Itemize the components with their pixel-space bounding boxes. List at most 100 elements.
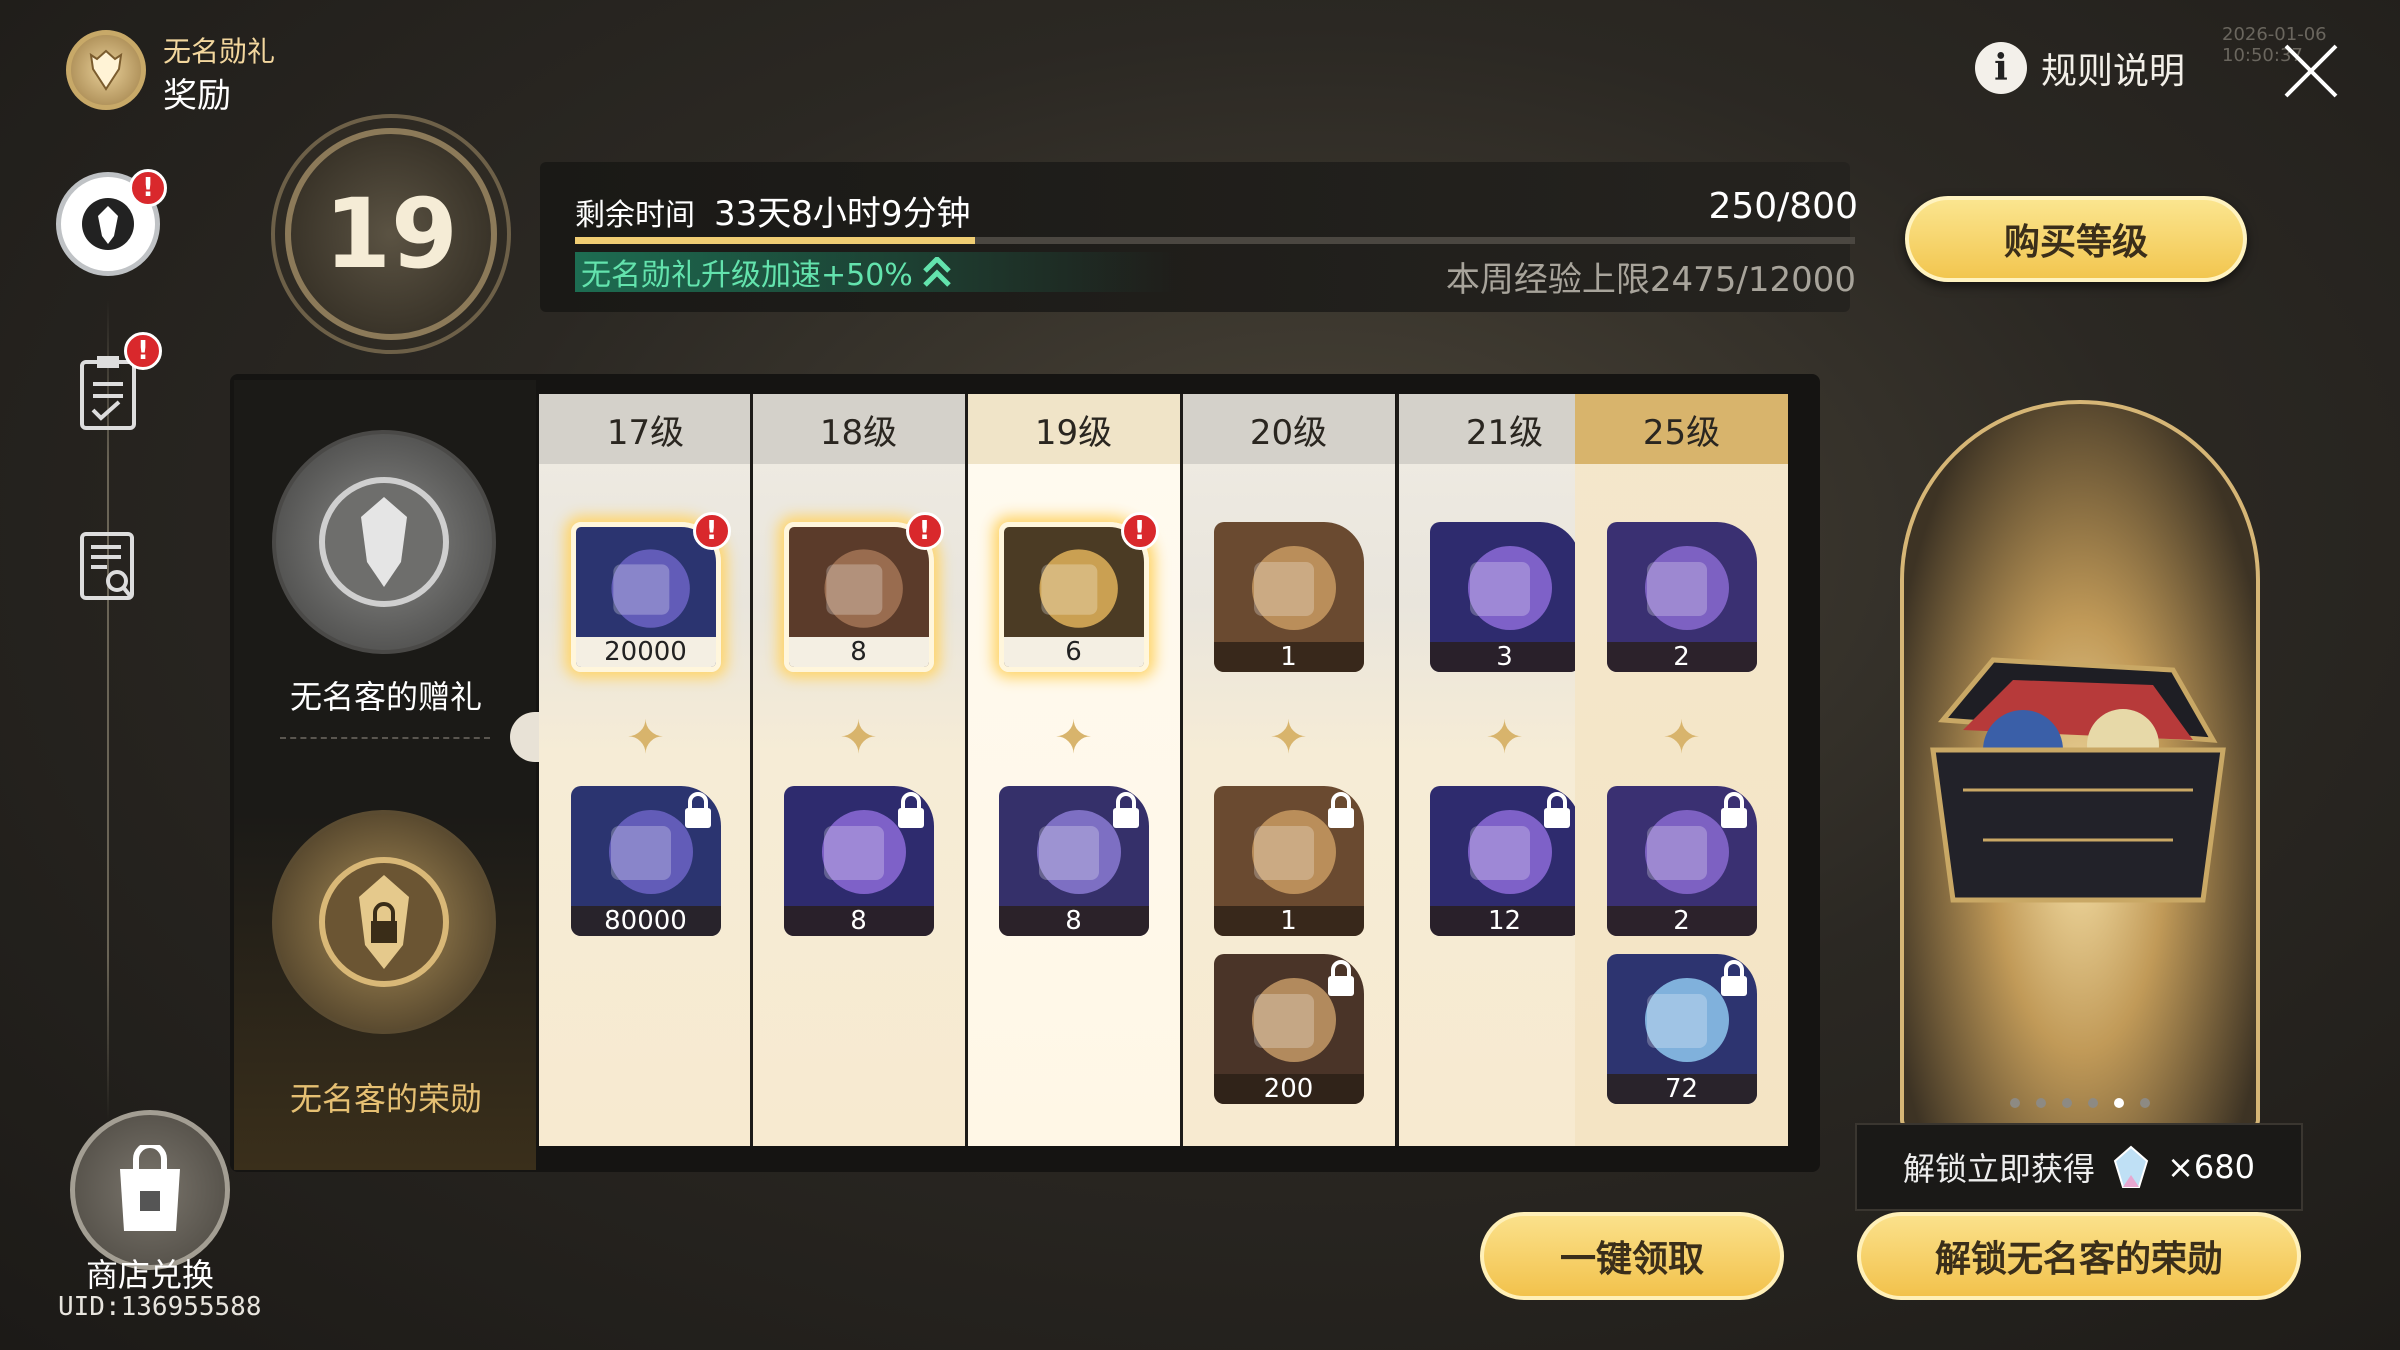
buy-level-button[interactable]: 购买等级: [1905, 196, 2247, 282]
alert-badge: !: [124, 332, 162, 370]
item-quantity: 20000: [575, 637, 716, 667]
claimable-alert-badge: !: [1120, 512, 1159, 550]
item-quantity: 8: [783, 906, 934, 936]
boost-text: 无名勋礼升级加速+50%: [581, 258, 913, 293]
reward-item[interactable]: 3: [1429, 522, 1580, 672]
claim-all-button[interactable]: 一键领取: [1480, 1212, 1784, 1300]
sidebar-item-rewards[interactable]: !: [56, 169, 167, 276]
double-chevron-up-icon: [923, 257, 951, 287]
star-crystal-icon: [2113, 1145, 2149, 1188]
level-column: 18级: [752, 394, 965, 1146]
item-quantity: 3: [1429, 642, 1580, 672]
alert-badge: !: [129, 169, 167, 207]
column-separator: [750, 394, 753, 1146]
free-emblem-icon: [272, 430, 496, 654]
column-separator: [1396, 394, 1399, 1146]
item-quantity: 1: [1213, 642, 1364, 672]
page-dot[interactable]: [2088, 1098, 2098, 1108]
level-header: 20级: [1182, 394, 1395, 464]
uid-text: UID:136955588: [58, 1292, 262, 1322]
sidebar-item-search[interactable]: [56, 515, 160, 619]
track-star-icon: ✦: [1269, 710, 1308, 764]
item-quantity: 8: [788, 637, 929, 667]
item-quantity: 6: [1003, 637, 1144, 667]
remaining-time-value: 33天8小时9分钟: [714, 194, 971, 234]
page-dot[interactable]: [2010, 1098, 2020, 1108]
rules-button[interactable]: i 规则说明: [1975, 40, 2185, 96]
item-quantity: 2: [1606, 906, 1757, 936]
lock-icon: [1543, 792, 1570, 828]
item-quantity: 2: [1606, 642, 1757, 672]
current-level: 19: [324, 178, 458, 290]
item-quantity: 8: [998, 906, 1149, 936]
column-separator: [1180, 394, 1183, 1146]
claimable-alert-badge: !: [692, 512, 731, 550]
page-title: 奖励: [163, 76, 231, 116]
free-track-label: 无名客的赠礼: [289, 678, 482, 716]
info-icon: i: [1975, 42, 2027, 94]
reward-item[interactable]: 1: [1213, 786, 1364, 936]
level-column: 17级: [539, 394, 752, 1146]
search-document-icon: [80, 532, 134, 600]
item-quantity: 1: [1213, 906, 1364, 936]
claimable-alert-badge: !: [905, 512, 944, 550]
mission-clipboard-icon: [80, 356, 136, 430]
boost-banner: 无名勋礼升级加速+50%: [575, 252, 1175, 293]
reward-item[interactable]: 1: [1213, 522, 1364, 672]
unlock-quantity: ×680: [2167, 1148, 2255, 1186]
page-dot[interactable]: [2062, 1098, 2072, 1108]
sidebar-item-missions[interactable]: !: [56, 332, 162, 444]
claim-all-label: 一键领取: [1559, 1239, 1704, 1280]
reward-item[interactable]: 200: [1213, 954, 1364, 1104]
rules-label: 规则说明: [2041, 51, 2186, 92]
unlock-premium-button[interactable]: 解锁无名客的荣勋: [1857, 1212, 2301, 1300]
lock-icon: [684, 792, 711, 828]
honor-emblem-icon: [89, 49, 123, 91]
lock-icon: [897, 792, 924, 828]
column-separator: [965, 394, 968, 1146]
lock-icon: [1720, 960, 1747, 996]
reward-item[interactable]: 80000: [570, 786, 721, 936]
unlock-reward-info: 解锁立即获得 ×680: [1855, 1123, 2303, 1211]
close-icon: [2284, 44, 2338, 98]
exp-progress-text: 250/800: [1708, 186, 1858, 227]
item-quantity: 80000: [570, 906, 721, 936]
level-header: 17级: [539, 394, 752, 464]
lock-icon: [1720, 792, 1747, 828]
page-dots: [2010, 1098, 2150, 1108]
unlock-premium-label: 解锁无名客的荣勋: [1934, 1239, 2223, 1280]
unlock-info-label: 解锁立即获得: [1903, 1150, 2096, 1188]
shopping-bag-icon: [120, 1145, 180, 1231]
page-dot[interactable]: [2140, 1098, 2150, 1108]
reward-item[interactable]: 12: [1429, 786, 1580, 936]
level-badge: 19: [285, 128, 497, 340]
buy-level-label: 购买等级: [2003, 222, 2148, 263]
reward-item[interactable]: 72: [1606, 954, 1757, 1104]
shop-exchange-button[interactable]: [70, 1110, 230, 1270]
reward-item[interactable]: 2: [1606, 786, 1757, 936]
page-dot[interactable]: [2114, 1098, 2124, 1108]
honor-emblem-icon: [82, 198, 134, 250]
reward-item[interactable]: 2: [1606, 522, 1757, 672]
exp-progress-bar: [575, 237, 1855, 244]
item-quantity: 12: [1429, 906, 1580, 936]
shop-label: 商店兑换: [85, 1256, 214, 1294]
page-dot[interactable]: [2036, 1098, 2046, 1108]
exp-progress-fill: [575, 237, 975, 244]
weekly-exp-cap: 本周经验上限2475/12000: [1445, 260, 1856, 300]
track-star-icon: ✦: [1054, 710, 1093, 764]
reward-item[interactable]: 8: [998, 786, 1149, 936]
header-subtitle: 无名勋礼: [163, 35, 276, 68]
track-star-icon: ✦: [1662, 710, 1701, 764]
item-quantity: 200: [1213, 1074, 1364, 1104]
close-button[interactable]: [2278, 38, 2344, 104]
reward-item[interactable]: 8: [783, 786, 934, 936]
level-header: 25级: [1575, 394, 1788, 464]
level-header: 18级: [752, 394, 965, 464]
remaining-time-label: 剩余时间: [575, 198, 695, 233]
track-divider: [280, 737, 490, 739]
treasure-chest-icon: [1930, 657, 2226, 903]
premium-track-label: 无名客的荣勋: [289, 1080, 482, 1118]
track-star-icon: ✦: [626, 710, 665, 764]
premium-emblem-icon: [272, 810, 496, 1034]
